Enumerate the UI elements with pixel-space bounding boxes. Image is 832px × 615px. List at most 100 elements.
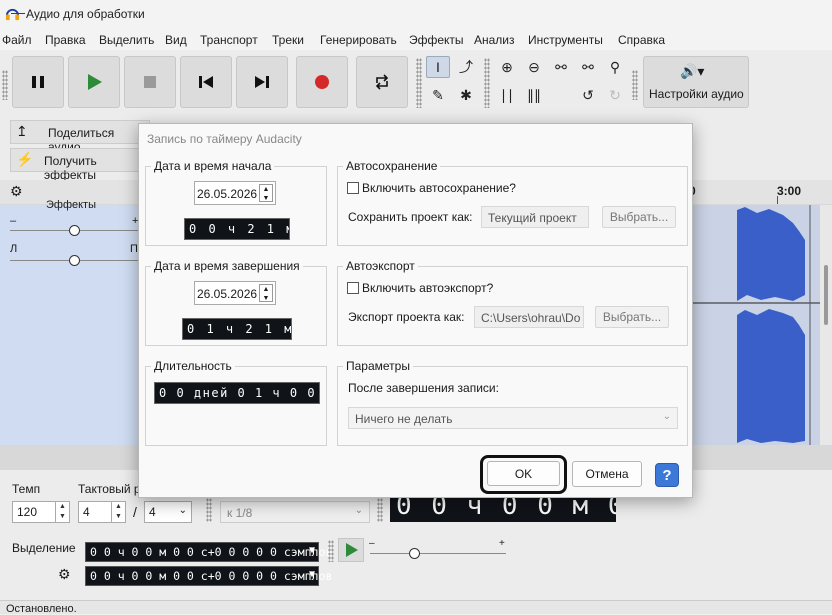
checkbox-box[interactable] (347, 182, 359, 194)
autoexport-group: Автоэкспорт Включить автоэкспорт? Экспор… (337, 259, 688, 346)
end-date-input[interactable]: 26.05.2026 ▲ ▼ (194, 281, 276, 305)
loop-button[interactable] (356, 56, 408, 108)
menu-bar: Файл Правка Выделить Вид Транспорт Треки… (0, 30, 832, 50)
start-group: Дата и время начала 26.05.2026 ▲ ▼ 0 0 ч … (145, 159, 327, 246)
toolbar-grip[interactable] (2, 70, 8, 100)
ok-highlight: OK (480, 455, 567, 494)
skip-start-button[interactable] (180, 56, 232, 108)
loop-icon (375, 74, 389, 90)
gain-slider-handle[interactable] (69, 225, 80, 236)
menu-analyze[interactable]: Анализ (474, 33, 515, 47)
after-recording-select[interactable]: Ничего не делать ⌄ (348, 407, 678, 429)
zoom-in-icon[interactable]: ⊕ (495, 56, 519, 78)
params-group: Параметры После завершения записи: Ничег… (337, 359, 688, 446)
save-project-field[interactable]: Текущий проект (481, 206, 589, 228)
get-effects-button[interactable]: ⚡ Получить эффекты (10, 148, 150, 182)
toolbar-grip[interactable] (377, 498, 383, 522)
dropdown-arrow-icon: ▼ (308, 569, 315, 580)
time-signature-separator: / (133, 504, 137, 520)
end-group: Дата и время завершения 26.05.2026 ▲ ▼ 0 … (145, 259, 327, 346)
checkbox-box[interactable] (347, 282, 359, 294)
multi-tool-icon[interactable]: ✱ (454, 84, 478, 106)
autosave-checkbox[interactable]: Включить автосохранение? (347, 181, 516, 195)
gain-minus: – (10, 215, 17, 227)
start-time-input[interactable]: 0 0 ч 2 1 м 0 8 с (184, 218, 290, 240)
beats-input[interactable]: 4 ▲ ▼ (78, 501, 126, 523)
export-as-label: Экспорт проекта как: (348, 310, 465, 324)
selection-end-time[interactable]: 0 0 ч 0 0 м 0 0 с+0 0 0 0 0 сэмплов ▼ (85, 566, 332, 586)
menu-transport[interactable]: Транспорт (200, 33, 258, 47)
end-time-input[interactable]: 0 1 ч 2 1 м 0 8 с (182, 318, 292, 340)
toolbar-grip[interactable] (484, 58, 490, 108)
start-group-label: Дата и время начала (151, 159, 275, 173)
menu-file[interactable]: Файл (2, 33, 32, 47)
app-icon (5, 8, 20, 21)
help-button[interactable]: ? (655, 463, 679, 487)
zoom-toggle-icon[interactable]: ⚲ (603, 56, 627, 78)
record-button[interactable] (296, 56, 348, 108)
start-date-input[interactable]: 26.05.2026 ▲ ▼ (194, 181, 276, 205)
menu-edit[interactable]: Правка (45, 33, 86, 47)
toolbar-grip[interactable] (416, 58, 422, 108)
speed-slider-track (370, 553, 506, 554)
pan-left-label: Л (10, 243, 18, 255)
tempo-input[interactable]: 120 ▲ ▼ (12, 501, 70, 523)
menu-select[interactable]: Выделить (99, 33, 154, 47)
menu-view[interactable]: Вид (165, 33, 187, 47)
toolbar-grip[interactable] (206, 498, 212, 522)
menu-tools[interactable]: Инструменты (528, 33, 603, 47)
ok-button[interactable]: OK (487, 461, 560, 486)
vertical-scrollbar[interactable] (820, 205, 832, 445)
play-button[interactable] (68, 56, 120, 108)
menu-tracks[interactable]: Треки (272, 33, 304, 47)
beat-unit-select[interactable]: 4 ⌄ (144, 501, 192, 523)
draw-tool-icon[interactable]: ✎ (426, 84, 450, 106)
trim-icon[interactable]: ∣∣ (495, 84, 519, 106)
menu-effects[interactable]: Эффекты (409, 33, 464, 47)
autosave-browse-button[interactable]: Выбрать... (602, 206, 676, 228)
silence-icon[interactable]: ∥∥ (522, 84, 546, 106)
undo-icon[interactable]: ↺ (576, 84, 600, 106)
play-icon (346, 543, 358, 557)
stop-button[interactable] (124, 56, 176, 108)
zoom-out-icon[interactable]: ⊖ (522, 56, 546, 78)
play-at-speed-button[interactable] (338, 538, 364, 562)
speed-slider-handle[interactable] (409, 548, 420, 559)
envelope-tool-icon[interactable]: ⤴ (454, 56, 478, 78)
record-icon (315, 75, 329, 89)
selection-start-time[interactable]: 0 0 ч 0 0 м 0 0 с+0 0 0 0 0 сэмплов ▼ (85, 542, 332, 562)
menu-generate[interactable]: Генерировать (320, 33, 397, 47)
start-date-spin[interactable]: ▲ ▼ (259, 184, 273, 202)
speed-minus: – (369, 538, 375, 549)
menu-help[interactable]: Справка (618, 33, 665, 47)
skip-end-button[interactable] (236, 56, 288, 108)
tempo-spin-arrows[interactable]: ▲ ▼ (55, 502, 69, 522)
pan-right-label: П (130, 243, 138, 255)
title-bar: Аудио для обработки — □ ✕ (0, 0, 832, 68)
skip-end-icon (255, 76, 269, 88)
speed-plus: + (499, 538, 505, 549)
skip-start-icon (199, 76, 213, 88)
toolbar-grip[interactable] (632, 70, 638, 100)
share-icon: ↥ (16, 123, 28, 139)
redo-icon[interactable]: ↻ (603, 84, 627, 106)
cancel-button[interactable]: Отмена (572, 461, 642, 487)
toolbar-grip[interactable] (328, 540, 334, 562)
pause-button[interactable] (12, 56, 64, 108)
autoexport-browse-button[interactable]: Выбрать... (595, 306, 669, 328)
fit-selection-icon[interactable]: ⚯ (549, 56, 573, 78)
export-path-field[interactable]: C:\Users\ohrau\Do (474, 306, 584, 328)
snap-select[interactable]: к 1/8 ⌄ (220, 501, 370, 523)
tempo-label: Темп (12, 482, 41, 496)
beats-spin-arrows[interactable]: ▲ ▼ (111, 502, 125, 522)
gear-icon[interactable]: ⚙ (58, 566, 71, 583)
pan-slider-handle[interactable] (69, 255, 80, 266)
audio-settings-button[interactable]: 🔊▾ Настройки аудио (643, 56, 749, 108)
duration-input[interactable]: 0 0 дней 0 1 ч 0 0 м 0 0 с (154, 382, 320, 404)
selection-tool-icon[interactable]: I (426, 56, 450, 78)
end-date-spin[interactable]: ▲ ▼ (259, 284, 273, 302)
autoexport-checkbox[interactable]: Включить автоэкспорт? (347, 281, 493, 295)
share-audio-button[interactable]: ↥ Поделиться аудио (10, 120, 150, 154)
fit-project-icon[interactable]: ⚯ (576, 56, 600, 78)
gear-icon[interactable]: ⚙ (10, 183, 23, 200)
